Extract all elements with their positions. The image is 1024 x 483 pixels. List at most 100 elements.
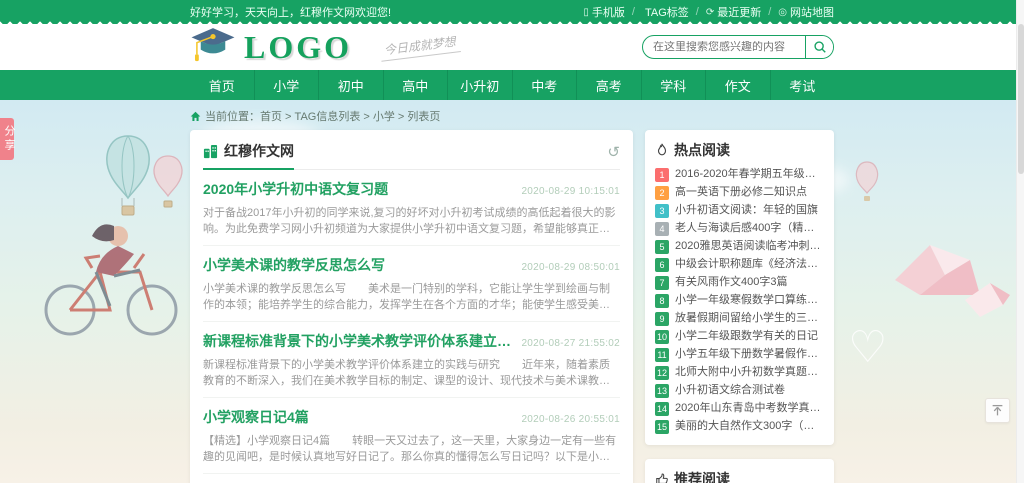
nav-item[interactable]: 高中 [383,70,448,100]
hot-air-balloon-illustration [100,128,190,253]
back-to-top-button[interactable] [985,398,1010,423]
heart-decoration: ♡ [848,322,887,373]
topbar-link[interactable]: TAG标签 [625,4,689,20]
hot-reading-link: 小升初语文阅读：年轻的国旗 [675,203,818,218]
logo-slogan: 今日成就梦想 [379,32,461,62]
hot-reading-link: 放暑假期间留给小学生的三年级英语作文范文 [675,311,824,326]
topbar-link-label: 最近更新 [717,4,761,20]
hot-reading-link: 美丽的大自然作文300字（精选3篇） [675,419,824,434]
logo[interactable]: LOGO 今日成就梦想 [190,26,460,69]
hot-reading-item[interactable]: 13 小升初语文综合测试卷 [655,383,824,398]
hot-reading-link: 北师大附中小升初数学真题汇编 [675,365,824,380]
hot-reading-link: 有关风雨作文400字3篇 [675,275,787,290]
nav-item[interactable]: 首页 [190,70,254,100]
panel-title: 红穆作文网 [224,141,294,161]
rank-badge: 15 [655,420,669,434]
recommend-reading-panel: 推荐阅读 1 最欣赏的人作文400字（精选3篇） 2 关于感恩的中考满分作文60… [645,459,834,483]
article-title-link[interactable]: 新课程标准背景下的小学美术教学评价体系建立的实践与研究 [203,331,511,351]
topbar-link[interactable]: ◎ 网站地图 [761,4,834,20]
share-tab[interactable]: 分享 [0,118,14,160]
hot-reading-item[interactable]: 3 小升初语文阅读：年轻的国旗 [655,203,824,218]
bicycle-rider-illustration [22,210,192,345]
nav-item[interactable]: 中考 [512,70,577,100]
search-input[interactable] [643,41,805,53]
article-item: 小学美术课的教学反思怎么写 2020-08-29 08:50:01 小学美术课的… [203,246,620,322]
article-list-panel: 红穆作文网 ↺ 2020年小学升初中语文复习题 2020-08-29 10:15… [190,130,633,483]
nav-item[interactable]: 初中 [318,70,383,100]
hot-reading-item[interactable]: 11 小学五年级下册数学暑假作业答案【20-61 [655,347,824,362]
article-item: 小学美术评价方案模板 2020-08-25 22:00:01 小学美术评价方案模… [203,474,620,483]
hot-reading-link: 2020年山东青岛中考数学真题（已公布） [675,401,824,416]
rank-badge: 1 [655,168,669,182]
graduation-cap-icon [190,26,236,69]
scrollbar-thumb[interactable] [1018,24,1024,174]
article-title-link[interactable]: 2020年小学升初中语文复习题 [203,179,511,199]
article-item: 2020年小学升初中语文复习题 2020-08-29 10:15:01 对于备战… [203,170,620,246]
article-item: 新课程标准背景下的小学美术教学评价体系建立的实践与研究 2020-08-27 2… [203,322,620,398]
rank-badge: 8 [655,294,669,308]
rank-badge: 6 [655,258,669,272]
nav-item[interactable]: 小学 [254,70,319,100]
main-nav: 首页 小学 初中 高中 小升初 中考 高考 学科 作文 考试 [0,70,1024,100]
hot-reading-item[interactable]: 12 北师大附中小升初数学真题汇编 [655,365,824,380]
rank-badge: 11 [655,348,669,362]
hot-reading-item[interactable]: 10 小学二年级跟数学有关的日记 [655,329,824,344]
hot-reading-item[interactable]: 2 高一英语下册必修二知识点 [655,185,824,200]
hot-reading-link: 高一英语下册必修二知识点 [675,185,807,200]
hot-reading-link: 小学一年级寒假数学口算练习题三篇 [675,293,824,308]
hot-reading-item[interactable]: 14 2020年山东青岛中考数学真题（已公布） [655,401,824,416]
breadcrumb-text[interactable]: 当前位置：首页 > TAG信息列表 > 小学 > 列表页 [205,108,440,124]
nav-item[interactable]: 高考 [576,70,641,100]
article-item: 小学观察日记4篇 2020-08-26 20:55:01 【精选】小学观察日记4… [203,398,620,474]
top-arrow-icon [991,404,1004,417]
topbar-link-label: 网站地图 [790,4,834,20]
site-header: LOGO 今日成就梦想 [0,24,1024,70]
hot-reading-item[interactable]: 8 小学一年级寒假数学口算练习题三篇 [655,293,824,308]
rank-badge: 14 [655,402,669,416]
panel-header: 红穆作文网 ↺ [203,141,620,170]
refresh-icon[interactable]: ↺ [607,143,620,167]
hot-reading-item[interactable]: 9 放暑假期间留给小学生的三年级英语作文范文 [655,311,824,326]
topbar-link[interactable]: ▯ 手机版 [583,4,625,20]
article-excerpt: 小学美术课的教学反思怎么写 美术是一门特别的学科，它能让学生学到绘画与制作的本领… [203,281,620,313]
rank-badge: 12 [655,366,669,380]
top-bar: 好好学习，天天向上，红穆作文网欢迎您! ▯ 手机版 TAG标签 ⟳ 最近更新 [0,0,1024,24]
article-date: 2020-08-27 21:55:02 [521,338,620,349]
topbar-link-label: TAG标签 [645,4,689,20]
hot-reading-item[interactable]: 4 老人与海读后感400字（精选3篇） [655,221,824,236]
topbar-link-icon: ⟳ [706,7,714,18]
hot-reading-link: 2016-2020年春学期五年级语文下期末模拟 [675,167,824,182]
nav-item[interactable]: 考试 [770,70,835,100]
site-building-icon [203,144,218,159]
hot-reading-panel: 热点阅读 1 2016-2020年春学期五年级语文下期末模拟 2 高一英语下册必… [645,130,834,445]
paper-cranes-illustration [885,225,1015,340]
hot-reading-item[interactable]: 15 美丽的大自然作文300字（精选3篇） [655,419,824,434]
article-excerpt: 【精选】小学观察日记4篇 转眼一天又过去了，这一天里，大家身边一定有一些有趣的见… [203,433,620,465]
topbar-link-icon: ▯ [583,7,589,18]
article-date: 2020-08-26 20:55:01 [521,414,620,425]
rank-badge: 13 [655,384,669,398]
article-excerpt: 新课程标准背景下的小学美术教学评价体系建立的实践与研究 近年来，随着素质教育的不… [203,357,620,389]
search-button[interactable] [805,36,833,58]
rank-badge: 10 [655,330,669,344]
hot-reading-item[interactable]: 6 中级会计职称题库《经济法》检测题 [655,257,824,272]
home-icon [190,111,201,122]
hot-reading-title: 热点阅读 [674,140,730,160]
hot-reading-link: 小学五年级下册数学暑假作业答案【20-61 [675,347,824,362]
article-title-link[interactable]: 小学美术课的教学反思怎么写 [203,255,511,275]
rank-badge: 5 [655,240,669,254]
hot-reading-item[interactable]: 1 2016-2020年春学期五年级语文下期末模拟 [655,167,824,182]
hot-reading-item[interactable]: 7 有关风雨作文400字3篇 [655,275,824,290]
nav-item[interactable]: 小升初 [447,70,512,100]
rank-badge: 7 [655,276,669,290]
topbar-link-label: 手机版 [592,4,625,20]
hot-reading-item[interactable]: 5 2020雅思英语阅读临考冲刺试题附答案 [655,239,824,254]
search-box [642,35,834,59]
rank-badge: 3 [655,204,669,218]
topbar-link[interactable]: ⟳ 最近更新 [689,4,761,20]
browser-scrollbar[interactable] [1016,0,1024,483]
nav-item[interactable]: 作文 [705,70,770,100]
nav-item[interactable]: 学科 [641,70,706,100]
article-title-link[interactable]: 小学观察日记4篇 [203,407,511,427]
hot-reading-link: 小学二年级跟数学有关的日记 [675,329,818,344]
